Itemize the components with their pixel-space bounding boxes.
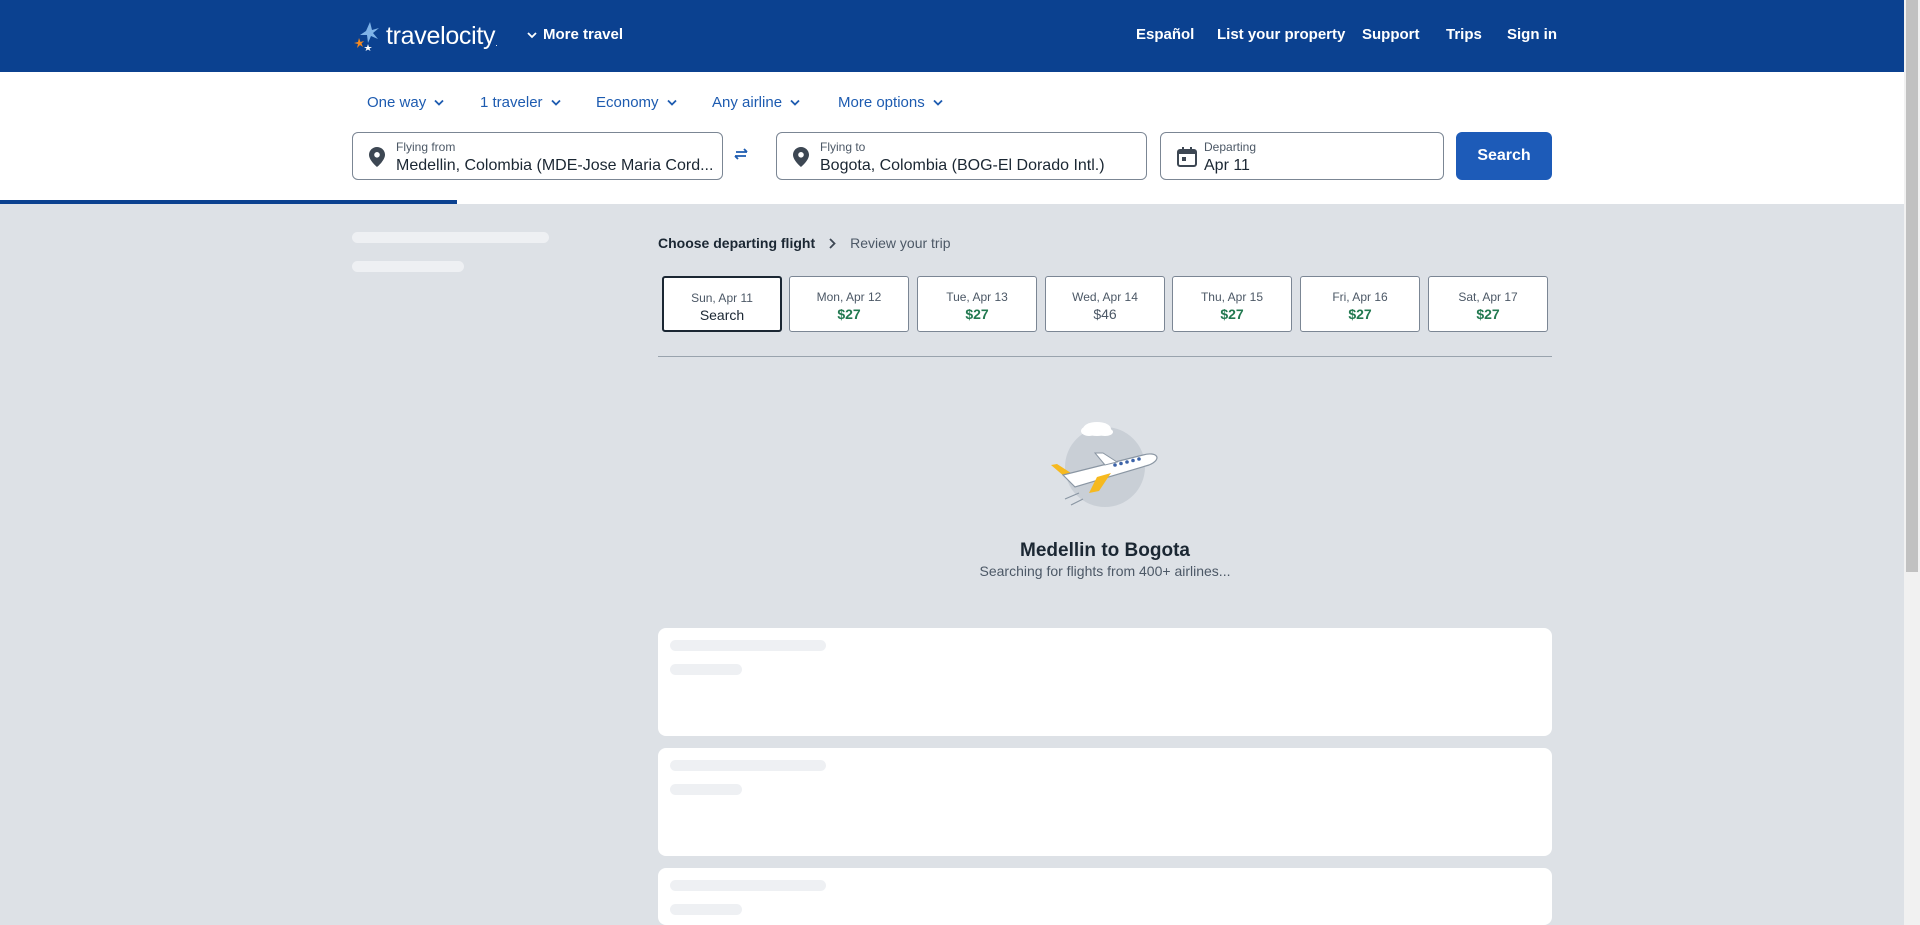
trip-type-dropdown[interactable]: One way [367,94,444,111]
date-tab-price: Search [699,307,745,323]
airplane-illustration-icon [1051,422,1158,507]
route-heading: Medellin to Bogota [1020,540,1190,561]
date-tab-date: Tue, Apr 13 [946,290,1008,304]
departing-label: Departing [1204,140,1257,154]
breadcrumb-current-step: Choose departing flight [658,235,816,251]
skeleton-line [670,784,742,795]
breadcrumb: Choose departing flight Review your trip [658,235,950,251]
date-tab[interactable]: Sat, Apr 17 $27 [1428,276,1548,332]
airline-label: Any airline [712,94,783,111]
search-progress-bar [0,200,1904,204]
flying-to-value: Bogota, Colombia (BOG-El Dorado Intl.) [820,157,1105,174]
date-tab-price: $27 [1348,306,1372,322]
date-tab-date: Sat, Apr 17 [1458,290,1518,304]
flying-from-field[interactable]: Flying from Medellin, Colombia (MDE-Jose… [352,132,723,180]
scrollbar-thumb[interactable] [1906,0,1918,572]
logo-wordmark: travelocity [386,21,496,50]
result-card-skeleton [658,868,1552,925]
divider [658,356,1552,357]
swap-locations-button[interactable] [733,147,749,165]
search-progress-fill [0,200,457,204]
date-tab-price: $27 [965,306,989,322]
date-tab-date: Wed, Apr 14 [1072,290,1138,304]
date-tab-price: $27 [1220,306,1244,322]
chevron-down-icon [550,99,561,106]
result-card-skeleton [658,748,1552,856]
date-tab-date: Mon, Apr 12 [816,290,882,304]
support-link[interactable]: Support [1362,26,1420,43]
breadcrumb-review-trip[interactable]: Review your trip [850,235,950,251]
skeleton-line [670,664,742,675]
travelers-dropdown[interactable]: 1 traveler [480,94,561,111]
flight-search-panel: One way 1 traveler Economy Any airline M… [0,72,1904,204]
travelocity-logo[interactable]: travelocity . [352,18,498,54]
chevron-down-icon [527,31,537,38]
date-tab-price: $46 [1093,306,1117,322]
cabin-class-dropdown[interactable]: Economy [596,94,677,111]
skeleton-line [670,880,826,891]
flying-from-label: Flying from [396,140,456,154]
chevron-down-icon [434,99,444,106]
date-tab-date: Fri, Apr 16 [1332,290,1388,304]
more-travel-menu[interactable]: More travel [527,26,623,43]
more-options-label: More options [838,94,925,111]
departing-value: Apr 11 [1204,157,1250,174]
more-travel-label: More travel [543,26,624,43]
logo-trademark-dot: . [495,38,498,48]
date-tab[interactable]: Wed, Apr 14 $46 [1045,276,1165,332]
airline-dropdown[interactable]: Any airline [712,94,800,111]
chevron-right-icon [829,237,836,249]
date-tab-date: Sun, Apr 11 [691,291,753,305]
skeleton-line [670,760,826,771]
travelers-label: 1 traveler [480,94,543,111]
logo-stars-icon [354,22,379,51]
date-tab[interactable]: Thu, Apr 15 $27 [1172,276,1292,332]
skeleton-line [670,904,742,915]
calendar-icon [1177,147,1197,167]
date-tab-price: $27 [837,306,861,322]
location-pin-icon [369,147,385,167]
cabin-class-label: Economy [596,94,659,111]
date-tab[interactable]: Fri, Apr 16 $27 [1300,276,1420,332]
date-tab[interactable]: Mon, Apr 12 $27 [789,276,909,332]
trips-link[interactable]: Trips [1446,26,1482,43]
sidebar-skeleton-line [352,232,549,243]
flying-to-field[interactable]: Flying to Bogota, Colombia (BOG-El Dorad… [776,132,1147,180]
list-your-property-link[interactable]: List your property [1217,26,1345,43]
more-options-dropdown[interactable]: More options [838,94,943,111]
chevron-down-icon [666,99,677,106]
result-card-skeleton [658,628,1552,736]
date-tab-price: $27 [1476,306,1500,322]
skeleton-line [670,640,826,651]
loading-message: Searching for flights from 400+ airlines… [979,563,1231,579]
flying-to-label: Flying to [820,140,866,154]
date-tab-date: Thu, Apr 15 [1200,290,1264,304]
departing-date-field[interactable]: Departing Apr 11 [1160,132,1444,180]
search-button[interactable]: Search [1456,132,1552,180]
swap-arrows-icon [734,148,748,160]
date-tab[interactable]: Sun, Apr 11 Search [662,276,782,332]
language-link[interactable]: Español [1136,26,1194,43]
location-pin-icon [793,147,809,167]
sidebar-skeleton-line [352,261,464,272]
chevron-down-icon [790,99,800,106]
top-navigation-bar: travelocity . More travel Español List y… [0,0,1904,72]
flying-from-value: Medellin, Colombia (MDE-Jose Maria Cord.… [396,157,714,174]
sign-in-link[interactable]: Sign in [1507,26,1557,43]
trip-type-label: One way [367,94,427,111]
chevron-down-icon [933,99,943,106]
date-tab[interactable]: Tue, Apr 13 $27 [917,276,1037,332]
